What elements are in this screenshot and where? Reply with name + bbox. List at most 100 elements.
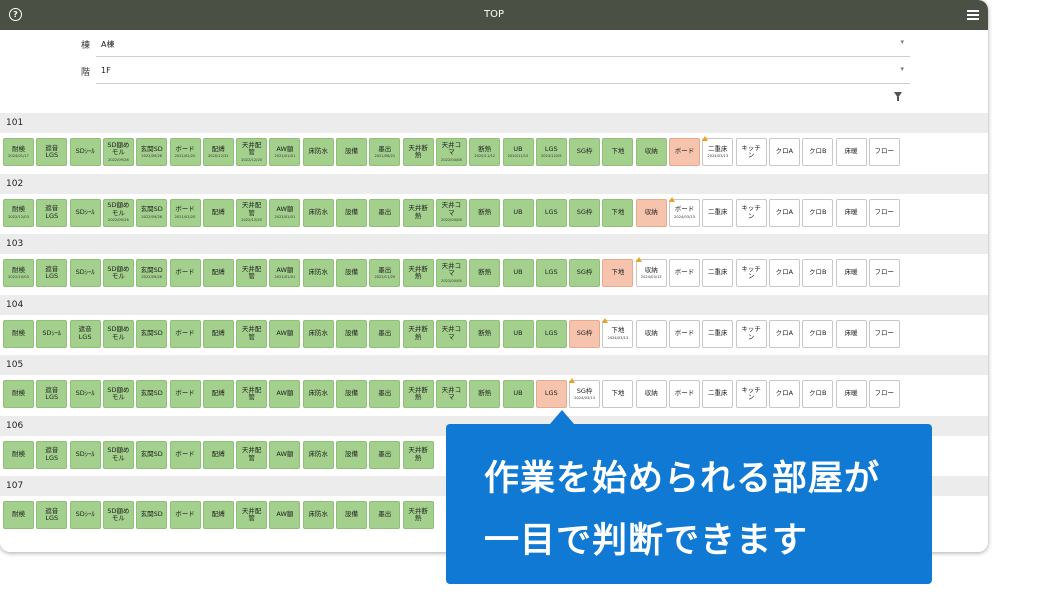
task-button[interactable]: AW額 bbox=[269, 319, 301, 348]
task-button[interactable]: UB bbox=[502, 198, 534, 227]
building-select[interactable]: A棟 ▾ bbox=[96, 34, 910, 57]
task-button[interactable]: キッチ ン bbox=[735, 259, 767, 287]
task-button[interactable]: LGS bbox=[535, 259, 567, 287]
task-button[interactable]: SD額め モル bbox=[102, 501, 134, 529]
task-button[interactable]: 設備 bbox=[336, 380, 367, 408]
task-button[interactable]: 配縛 bbox=[202, 198, 234, 227]
task-button[interactable]: 設備 bbox=[336, 440, 367, 469]
task-button[interactable]: ボード 2024/03/13 bbox=[669, 196, 700, 227]
task-button[interactable]: 下地 bbox=[602, 198, 634, 227]
task-button[interactable]: UB 2020/11/15 bbox=[502, 138, 534, 166]
task-button[interactable]: 下地 bbox=[602, 138, 634, 166]
task-button[interactable]: 天井断 熱 bbox=[402, 138, 434, 166]
task-button[interactable]: 二重床 bbox=[702, 319, 734, 348]
task-button[interactable]: 天井配 管 bbox=[236, 319, 268, 348]
task-button[interactable]: AW額 bbox=[269, 380, 301, 408]
task-button[interactable]: ボード bbox=[169, 259, 201, 287]
task-button[interactable]: 玄関SD 2022/09/26 bbox=[136, 259, 168, 287]
task-button[interactable]: 床防水 bbox=[302, 259, 334, 287]
task-button[interactable]: 収納 2024/03/13 bbox=[635, 257, 667, 287]
task-button[interactable]: 下地 2024/03/13 bbox=[602, 317, 634, 348]
task-button[interactable]: 床暖 bbox=[835, 138, 867, 166]
task-button[interactable]: 天井配 管 bbox=[236, 501, 268, 529]
task-button[interactable]: 耐検 bbox=[3, 440, 34, 469]
task-button[interactable]: クロB bbox=[802, 380, 834, 408]
task-button[interactable]: AW額 2021/01/01 bbox=[269, 138, 301, 166]
task-button[interactable]: 二重床 2024/03/13 bbox=[702, 136, 734, 166]
task-button[interactable]: SDｼｰﾙ bbox=[69, 198, 101, 227]
task-button[interactable]: AW額 bbox=[269, 440, 301, 469]
task-button[interactable]: SG枠 bbox=[569, 198, 601, 227]
task-button[interactable]: AW額 2021/01/01 bbox=[269, 198, 301, 227]
task-button[interactable]: 玄関SD bbox=[136, 440, 168, 469]
task-button[interactable]: SDｼｰﾙ bbox=[69, 259, 101, 287]
task-button[interactable]: 遮音 LGS bbox=[36, 380, 68, 408]
task-button[interactable]: SD額め モル 2022/09/26 bbox=[102, 138, 134, 166]
task-button[interactable]: SD額め モル bbox=[102, 380, 134, 408]
task-button[interactable]: クロB bbox=[802, 198, 834, 227]
task-button[interactable]: 耐検 2024/01/17 bbox=[3, 138, 34, 166]
task-button[interactable]: 二重床 bbox=[702, 380, 734, 408]
task-button[interactable]: 天井コ マ 2022/04/08 bbox=[435, 259, 467, 287]
task-button[interactable]: 耐検 bbox=[3, 501, 34, 529]
task-button[interactable]: ボード bbox=[169, 380, 201, 408]
task-button[interactable]: SDｼｰﾙ bbox=[36, 319, 68, 348]
task-button[interactable]: ボード bbox=[669, 138, 700, 166]
task-button[interactable]: 遮音 LGS bbox=[36, 501, 68, 529]
task-button[interactable]: 床防水 bbox=[302, 380, 334, 408]
task-button[interactable]: 天井断 熱 bbox=[402, 259, 434, 287]
task-button[interactable]: キッチ ン bbox=[735, 198, 767, 227]
task-button[interactable]: 遮音 LGS bbox=[36, 259, 68, 287]
task-button[interactable]: 天井断 熱 bbox=[402, 501, 434, 529]
task-button[interactable]: クロB bbox=[802, 259, 834, 287]
task-button[interactable]: フロー bbox=[868, 138, 900, 166]
task-button[interactable]: 二重床 bbox=[702, 259, 734, 287]
task-button[interactable]: 床暖 bbox=[835, 319, 867, 348]
task-button[interactable]: 墨出 bbox=[369, 319, 401, 348]
task-button[interactable]: 天井コ マ 2022/04/08 bbox=[435, 138, 467, 166]
task-button[interactable]: 天井断 熱 bbox=[402, 198, 434, 227]
task-button[interactable]: 墨出 bbox=[369, 380, 401, 408]
task-button[interactable]: 遮音 LGS bbox=[36, 440, 68, 469]
task-button[interactable]: フロー bbox=[868, 198, 900, 227]
task-button[interactable]: 天井配 管 2022/12/20 bbox=[236, 138, 268, 166]
task-button[interactable]: UB bbox=[502, 380, 534, 408]
task-button[interactable]: AW額 bbox=[269, 501, 301, 529]
task-button[interactable]: 二重床 bbox=[702, 198, 734, 227]
task-button[interactable]: 収納 bbox=[635, 380, 667, 408]
task-button[interactable]: 天井コ マ bbox=[435, 380, 467, 408]
task-button[interactable]: 玄関SD 2022/09/26 bbox=[136, 138, 168, 166]
task-button[interactable]: 断熱 bbox=[469, 380, 501, 408]
task-button[interactable]: SDｼｰﾙ bbox=[69, 501, 101, 529]
task-button[interactable]: 断熱 bbox=[469, 319, 501, 348]
task-button[interactable]: SG枠 2024/03/13 bbox=[569, 378, 601, 408]
task-button[interactable]: 床防水 bbox=[302, 440, 334, 469]
task-button[interactable]: クロA bbox=[768, 319, 800, 348]
task-button[interactable]: 下地 bbox=[602, 259, 634, 287]
task-button[interactable]: 下地 bbox=[602, 380, 634, 408]
task-button[interactable]: 配縛 bbox=[202, 259, 234, 287]
task-button[interactable]: 設備 bbox=[336, 259, 367, 287]
task-button[interactable]: 収納 bbox=[635, 138, 667, 166]
task-button[interactable]: LGS 2023/12/05 bbox=[535, 138, 567, 166]
task-button[interactable]: 玄関SD bbox=[136, 501, 168, 529]
task-button[interactable]: 設備 bbox=[336, 319, 367, 348]
task-button[interactable]: ボード bbox=[669, 380, 700, 408]
task-button[interactable]: 配縛 bbox=[202, 501, 234, 529]
task-button[interactable]: クロA bbox=[768, 198, 800, 227]
task-button[interactable]: 断熱 bbox=[469, 259, 501, 287]
floor-select[interactable]: 1F ▾ bbox=[96, 61, 910, 84]
task-button[interactable]: UB bbox=[502, 319, 534, 348]
task-button[interactable]: 設備 bbox=[336, 501, 367, 529]
task-button[interactable]: 床暖 bbox=[835, 380, 867, 408]
task-button[interactable]: SD額め モル bbox=[102, 259, 134, 287]
task-button[interactable]: 墨出 2021/06/21 bbox=[369, 138, 401, 166]
task-button[interactable]: 設備 bbox=[336, 198, 367, 227]
task-button[interactable]: 天井コ マ 2022/04/08 bbox=[435, 198, 467, 227]
task-button[interactable]: SDｼｰﾙ bbox=[69, 138, 101, 166]
task-button[interactable]: 天井断 熱 bbox=[402, 440, 434, 469]
task-button[interactable]: クロA bbox=[768, 380, 800, 408]
task-button[interactable]: 耐検 2022/12/03 bbox=[3, 198, 34, 227]
task-button[interactable]: SD額め モル bbox=[102, 319, 134, 348]
task-button[interactable]: ボード 2021/02/20 bbox=[169, 198, 201, 227]
